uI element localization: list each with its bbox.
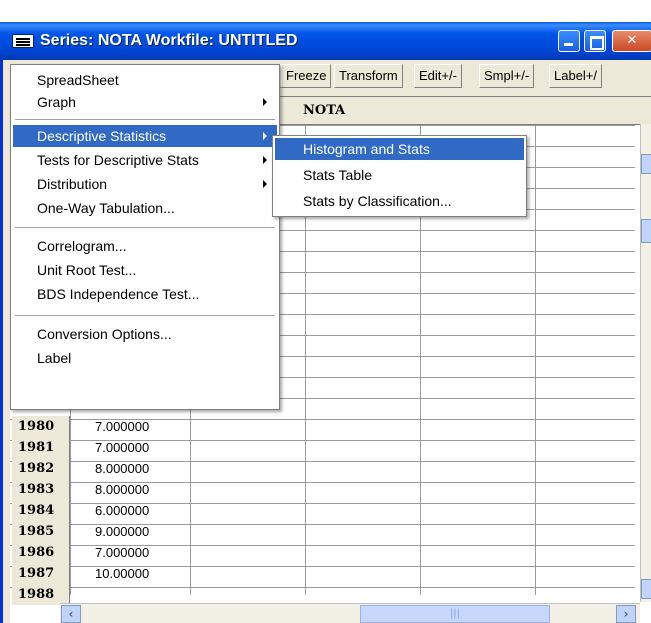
submenu-arrow-icon [263, 132, 267, 140]
grid-line [10, 587, 635, 588]
view-menu: SpreadSheet Graph Descriptive Statistics… [10, 64, 280, 410]
scroll-up-button[interactable] [641, 154, 651, 174]
cell-value[interactable]: 7.000000 [95, 542, 149, 563]
chevron-left-icon: ‹ [68, 607, 74, 621]
menu-item-one-way-tabulation[interactable]: One-Way Tabulation... [13, 197, 277, 219]
row-label[interactable]: 1983 [12, 479, 70, 500]
cell-value[interactable]: 8.000000 [95, 479, 149, 500]
row-label[interactable]: 1987 [12, 563, 70, 584]
chevron-right-icon: › [623, 607, 629, 621]
row-label[interactable]: 1988 [12, 584, 70, 605]
submenu-item-stats-table[interactable]: Stats Table [275, 164, 524, 186]
close-icon: ✕ [626, 33, 638, 48]
menu-item-tests-descriptive-stats[interactable]: Tests for Descriptive Stats [13, 149, 277, 171]
row-label[interactable]: 1982 [12, 458, 70, 479]
submenu-arrow-icon [263, 156, 267, 164]
menu-separator [15, 315, 275, 317]
scroll-left-button[interactable]: ‹ [61, 605, 81, 623]
close-button[interactable]: ✕ [612, 30, 651, 52]
column-header-nota[interactable]: NOTA [303, 103, 345, 118]
menu-separator [15, 227, 275, 229]
row-label[interactable]: 1985 [12, 521, 70, 542]
cell-value[interactable]: 7.000000 [95, 437, 149, 458]
transform-button[interactable]: Transform [334, 64, 403, 88]
horizontal-scroll-thumb[interactable]: ||| [360, 605, 550, 623]
menu-item-correlogram[interactable]: Correlogram... [13, 235, 277, 257]
menu-item-distribution[interactable]: Distribution [13, 173, 277, 195]
submenu-item-stats-by-classification[interactable]: Stats by Classification... [275, 190, 524, 212]
submenu-arrow-icon [263, 98, 267, 106]
cell-value[interactable]: 7.000000 [95, 416, 149, 437]
submenu-arrow-icon [263, 180, 267, 188]
smpl-toggle-button[interactable]: Smpl+/- [479, 64, 535, 88]
row-label[interactable]: 1984 [12, 500, 70, 521]
maximize-button[interactable] [584, 30, 606, 52]
vertical-scroll-thumb[interactable] [641, 219, 651, 243]
submenu-item-histogram-and-stats[interactable]: Histogram and Stats [275, 138, 524, 160]
menu-item-spreadsheet[interactable]: SpreadSheet [13, 69, 277, 91]
scroll-right-button[interactable]: › [616, 605, 636, 623]
window-title: Series: NOTA Workfile: UNTITLED [40, 32, 298, 49]
menu-item-descriptive-statistics[interactable]: Descriptive Statistics [13, 125, 277, 147]
row-label[interactable]: 1986 [12, 542, 70, 563]
menu-item-bds-independence-test[interactable]: BDS Independence Test... [13, 283, 277, 305]
horizontal-scrollbar[interactable]: ‹ ||| › [60, 603, 640, 623]
menu-item-conversion-options[interactable]: Conversion Options... [13, 323, 277, 345]
cell-value[interactable]: 9.000000 [95, 521, 149, 542]
cell-value[interactable]: 6.000000 [95, 500, 149, 521]
minimize-button[interactable] [558, 30, 580, 52]
menu-separator [15, 119, 275, 121]
row-label[interactable]: 1980 [12, 416, 70, 437]
menu-item-label[interactable]: Label [13, 347, 277, 369]
series-app-icon [12, 34, 34, 48]
cell-value[interactable]: 10.00000 [95, 563, 149, 584]
label-toggle-button[interactable]: Label+/ [549, 64, 603, 88]
scroll-down-button[interactable] [641, 579, 651, 599]
descriptive-statistics-submenu: Histogram and Stats Stats Table Stats by… [272, 135, 527, 217]
menu-item-unit-root-test[interactable]: Unit Root Test... [13, 259, 277, 281]
freeze-button[interactable]: Freeze [281, 64, 332, 88]
edit-toggle-button[interactable]: Edit+/- [414, 64, 462, 88]
menu-item-graph[interactable]: Graph [13, 91, 277, 113]
row-label[interactable]: 1981 [12, 437, 70, 458]
vertical-scrollbar[interactable] [640, 124, 651, 602]
cell-value[interactable]: 8.000000 [95, 458, 149, 479]
